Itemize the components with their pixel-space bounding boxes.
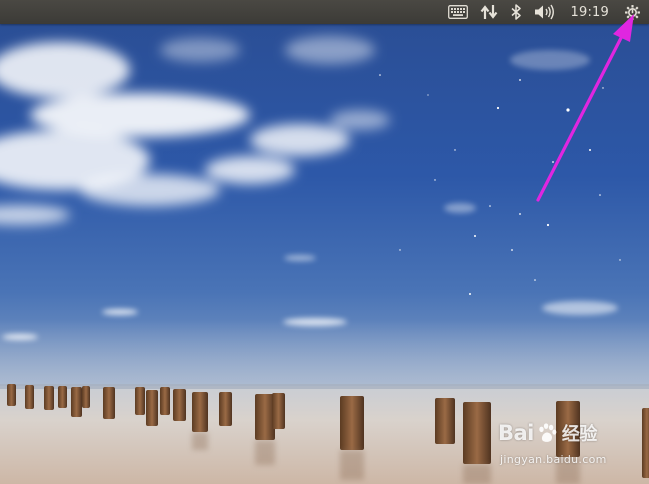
gear-icon xyxy=(625,4,640,20)
paw-logo-icon xyxy=(539,423,557,442)
volume-icon xyxy=(534,4,554,20)
desktop-wallpaper xyxy=(0,0,649,484)
watermark-brand-right: 经验 xyxy=(561,424,598,445)
watermark-brand-left: Bai xyxy=(498,421,534,445)
sound-indicator[interactable] xyxy=(528,0,562,24)
desktop: 19:19 Bai 经验 jingyan.baidu.com xyxy=(0,0,649,484)
keyboard-icon xyxy=(447,5,468,19)
watermark-url: jingyan.baidu.com xyxy=(500,453,607,466)
top-panel: 19:19 xyxy=(0,0,649,24)
clock-indicator[interactable]: 19:19 xyxy=(562,0,618,24)
keyboard-indicator[interactable] xyxy=(442,0,474,24)
clock-time: 19:19 xyxy=(570,4,609,20)
bluetooth-indicator[interactable] xyxy=(504,0,528,24)
network-updown-icon xyxy=(480,5,497,19)
baidu-watermark: Bai 经验 jingyan.baidu.com xyxy=(496,420,636,472)
bluetooth-icon xyxy=(511,4,521,20)
session-menu-button[interactable] xyxy=(618,0,649,24)
network-indicator[interactable] xyxy=(474,0,504,24)
